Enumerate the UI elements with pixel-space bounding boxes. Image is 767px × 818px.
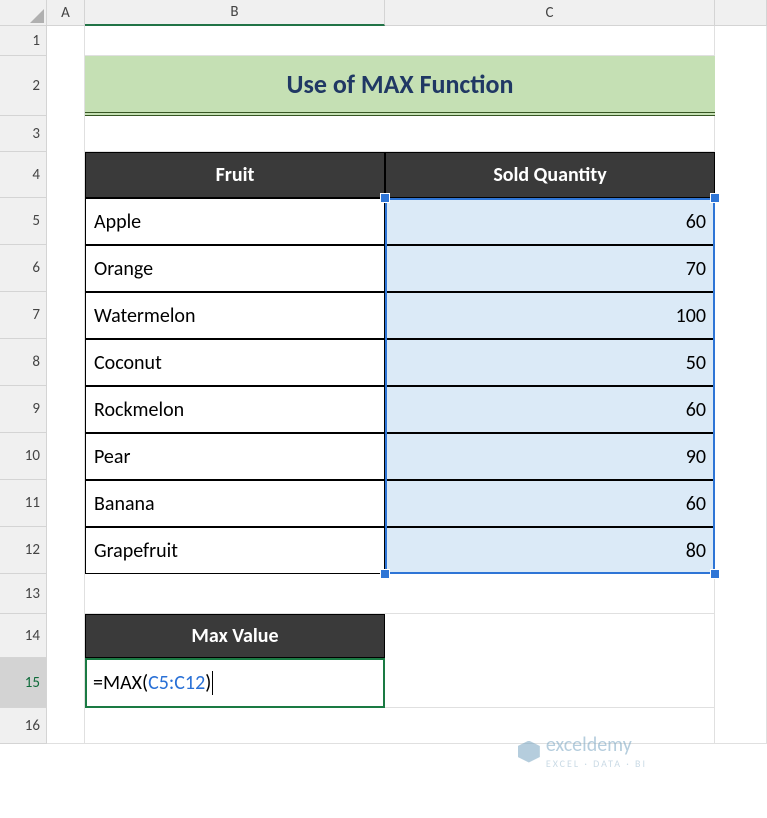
watermark-icon — [518, 741, 540, 763]
row13-cells[interactable] — [85, 574, 715, 614]
watermark-sub: EXCEL · DATA · BI — [546, 757, 647, 770]
cell-b7[interactable]: Watermelon — [85, 292, 385, 339]
cell-b10[interactable]: Pear — [85, 433, 385, 480]
cell-c6[interactable]: 70 — [385, 245, 715, 292]
watermark: exceldemy EXCEL · DATA · BI — [518, 733, 647, 770]
formula-close-paren: ) — [205, 671, 211, 695]
row-header-3[interactable]: 3 — [0, 116, 47, 152]
cell-b8[interactable]: Coconut — [85, 339, 385, 386]
formula-cell-b15[interactable]: =MAX(C5:C12) — [85, 658, 385, 708]
col-a-cells[interactable] — [47, 26, 85, 744]
row3-cells[interactable] — [85, 116, 715, 152]
cell-b11[interactable]: Banana — [85, 480, 385, 527]
row-header-1[interactable]: 1 — [0, 26, 47, 56]
cell-b12[interactable]: Grapefruit — [85, 527, 385, 574]
cell-c11[interactable]: 60 — [385, 480, 715, 527]
col-header-d[interactable] — [715, 0, 767, 26]
table-header-qty[interactable]: Sold Quantity — [385, 152, 715, 198]
max-value-header[interactable]: Max Value — [85, 614, 385, 658]
col-header-b[interactable]: B — [85, 0, 385, 26]
row-header-5[interactable]: 5 — [0, 198, 47, 245]
c14-16-cells[interactable] — [385, 614, 715, 708]
formula-function: MAX — [103, 671, 142, 695]
watermark-text: exceldemy — [546, 733, 632, 757]
row-header-10[interactable]: 10 — [0, 433, 47, 480]
row-header-9[interactable]: 9 — [0, 386, 47, 433]
row1-cells[interactable] — [85, 26, 715, 56]
spreadsheet-grid: A B C 1 2 3 4 5 6 7 8 9 10 11 12 13 14 1… — [0, 0, 767, 744]
row-header-2[interactable]: 2 — [0, 56, 47, 116]
cell-c9[interactable]: 60 — [385, 386, 715, 433]
row-header-12[interactable]: 12 — [0, 527, 47, 574]
row-header-6[interactable]: 6 — [0, 245, 47, 292]
row-header-4[interactable]: 4 — [0, 152, 47, 198]
cell-c7[interactable]: 100 — [385, 292, 715, 339]
formula-range: C5:C12 — [148, 671, 205, 695]
col-header-c[interactable]: C — [385, 0, 715, 26]
row-header-13[interactable]: 13 — [0, 574, 47, 614]
table-header-fruit[interactable]: Fruit — [85, 152, 385, 198]
row-header-14[interactable]: 14 — [0, 614, 47, 658]
cell-b5[interactable]: Apple — [85, 198, 385, 245]
cell-b6[interactable]: Orange — [85, 245, 385, 292]
row-header-15[interactable]: 15 — [0, 658, 47, 708]
col-d-cells[interactable] — [715, 26, 767, 744]
cell-c8[interactable]: 50 — [385, 339, 715, 386]
select-all-corner[interactable] — [0, 0, 47, 26]
page-title: Use of MAX Function — [85, 56, 715, 116]
cell-c12[interactable]: 80 — [385, 527, 715, 574]
col-header-a[interactable]: A — [47, 0, 85, 26]
row-header-7[interactable]: 7 — [0, 292, 47, 339]
row-header-11[interactable]: 11 — [0, 480, 47, 527]
cell-b9[interactable]: Rockmelon — [85, 386, 385, 433]
row-header-16[interactable]: 16 — [0, 708, 47, 744]
cell-c5[interactable]: 60 — [385, 198, 715, 245]
row-header-8[interactable]: 8 — [0, 339, 47, 386]
cell-c10[interactable]: 90 — [385, 433, 715, 480]
formula-equals: = — [93, 671, 103, 695]
text-cursor — [212, 671, 213, 695]
